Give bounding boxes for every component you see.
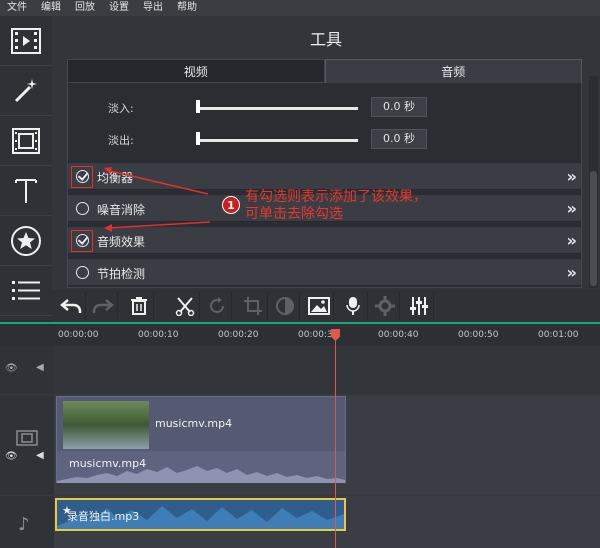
record-voice-button[interactable]: [338, 292, 368, 320]
music-note-icon: ♪: [18, 514, 30, 535]
timeline: 00:00:00 00:00:10 00:00:20 00:00:30 00:0…: [0, 322, 600, 548]
audio-clip-name: 录音独白.mp3: [67, 510, 140, 523]
track-header-video: 👁 ◀: [0, 395, 54, 495]
image-icon: [307, 297, 330, 315]
playhead-line[interactable]: [335, 330, 336, 548]
volume-icon[interactable]: ◀: [36, 450, 44, 461]
microphone-icon: [345, 297, 360, 315]
overlay-track[interactable]: [54, 346, 600, 394]
video-clip[interactable]: musicmv.mp4 musicmv.mp4: [56, 396, 346, 483]
redo-icon: [92, 299, 114, 313]
undo-button[interactable]: [56, 292, 86, 320]
video-thumbnail: [63, 401, 149, 449]
undo-icon: [59, 299, 81, 313]
rotate-button[interactable]: [202, 292, 232, 320]
tick-label: 00:00:40: [378, 330, 419, 340]
settings-icon: [374, 296, 395, 316]
track-header-overlay: 👁 ◀: [0, 346, 54, 394]
app-window: 文件 编辑 回放 设置 导出 帮助 工具 视频 音频 淡入: 0.0 秒 淡出:…: [0, 0, 600, 548]
track-header-audio: ♪: [0, 496, 54, 548]
cut-icon: [175, 297, 194, 316]
video-audio-waveform: musicmv.mp4: [57, 451, 345, 483]
color-adjust-button[interactable]: [270, 292, 300, 320]
annotation-line-2: 可单击去除勾选: [245, 206, 343, 222]
tick-label: 00:00:50: [458, 330, 499, 340]
delete-icon: [130, 297, 147, 315]
equalizer-button[interactable]: [404, 292, 434, 320]
delete-button[interactable]: [124, 292, 154, 320]
tick-label: 00:00:00: [58, 330, 99, 340]
annotation-number-badge: 1: [222, 196, 240, 214]
tick-label: 00:01:00: [538, 330, 579, 340]
edit-toolbar: [52, 290, 600, 322]
clip-settings-button[interactable]: [370, 292, 400, 320]
eye-icon[interactable]: 👁: [5, 451, 18, 462]
time-ruler[interactable]: 00:00:00 00:00:10 00:00:20 00:00:30 00:0…: [0, 322, 600, 346]
tick-label: 00:00:20: [218, 330, 259, 340]
redo-button[interactable]: [88, 292, 118, 320]
crop-button[interactable]: [238, 292, 268, 320]
volume-icon[interactable]: ◀: [36, 362, 44, 373]
image-button[interactable]: [304, 292, 334, 320]
annotation-line-1: 有勾选则表示添加了该效果，: [245, 189, 427, 205]
video-track-icon: [16, 430, 38, 446]
audio-clip[interactable]: ★ 录音独白.mp3: [55, 498, 346, 531]
tick-label: 00:00:10: [138, 330, 179, 340]
video-clip-name: musicmv.mp4: [155, 417, 233, 430]
video-audio-name: musicmv.mp4: [69, 457, 147, 470]
annotation-text: 有勾选则表示添加了该效果， 可单击去除勾选: [245, 189, 427, 223]
color-adjust-icon: [275, 297, 294, 315]
equalizer-icon: [409, 297, 428, 315]
cut-button[interactable]: [170, 292, 200, 320]
crop-icon: [243, 297, 262, 315]
eye-icon[interactable]: 👁: [5, 363, 18, 374]
rotate-icon: [209, 297, 224, 313]
